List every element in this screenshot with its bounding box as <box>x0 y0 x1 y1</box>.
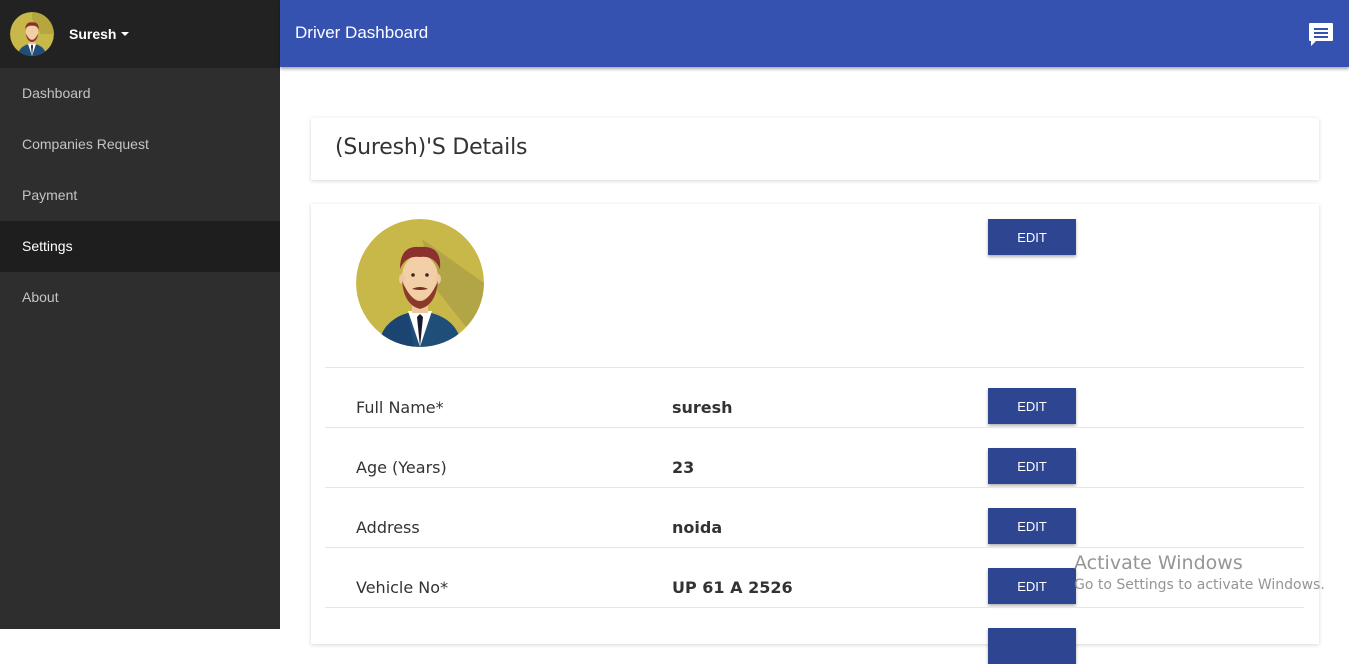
caret-down-icon[interactable] <box>121 32 130 36</box>
divider <box>325 547 1304 548</box>
edit-age-button[interactable]: EDIT <box>988 448 1076 484</box>
user-name[interactable]: Suresh <box>69 26 116 42</box>
field-value-vehicle-no: UP 61 A 2526 <box>672 578 793 597</box>
field-value-full-name: suresh <box>672 398 733 417</box>
field-value-address: noida <box>672 518 723 537</box>
divider <box>325 367 1304 368</box>
divider <box>325 487 1304 488</box>
details-card: EDIT Full Name* suresh EDIT Age (Years) … <box>311 204 1319 664</box>
page-title: Driver Dashboard <box>295 23 429 42</box>
sidebar-item-payment[interactable]: Payment <box>0 170 280 221</box>
edit-avatar-button[interactable]: EDIT <box>988 219 1076 255</box>
sidebar-item-dashboard[interactable]: Dashboard <box>0 68 280 119</box>
avatar <box>10 12 54 56</box>
field-label-age: Age (Years) <box>356 458 447 477</box>
chat-icon[interactable] <box>1307 20 1335 48</box>
sidebar-item-companies-request[interactable]: Companies Request <box>0 119 280 170</box>
edit-vehicle-no-button[interactable]: EDIT <box>988 568 1076 604</box>
sidebar-item-about[interactable]: About <box>0 272 280 323</box>
details-title-card: (Suresh)'S Details <box>311 118 1319 180</box>
edit-next-field-button[interactable] <box>988 628 1076 664</box>
field-label-full-name: Full Name* <box>356 398 444 417</box>
edit-address-button[interactable]: EDIT <box>988 508 1076 544</box>
divider <box>325 427 1304 428</box>
divider <box>325 607 1304 608</box>
profile-avatar <box>356 219 484 347</box>
field-label-vehicle-no: Vehicle No* <box>356 578 449 597</box>
sidebar: Suresh Dashboard Companies Request Payme… <box>0 0 280 629</box>
user-menu[interactable]: Suresh <box>0 0 280 68</box>
sidebar-item-settings[interactable]: Settings <box>0 221 280 272</box>
top-bar: Driver Dashboard <box>280 0 1349 67</box>
edit-full-name-button[interactable]: EDIT <box>988 388 1076 424</box>
details-heading: (Suresh)'S Details <box>335 135 528 160</box>
field-value-age: 23 <box>672 458 695 477</box>
field-label-address: Address <box>356 518 420 537</box>
